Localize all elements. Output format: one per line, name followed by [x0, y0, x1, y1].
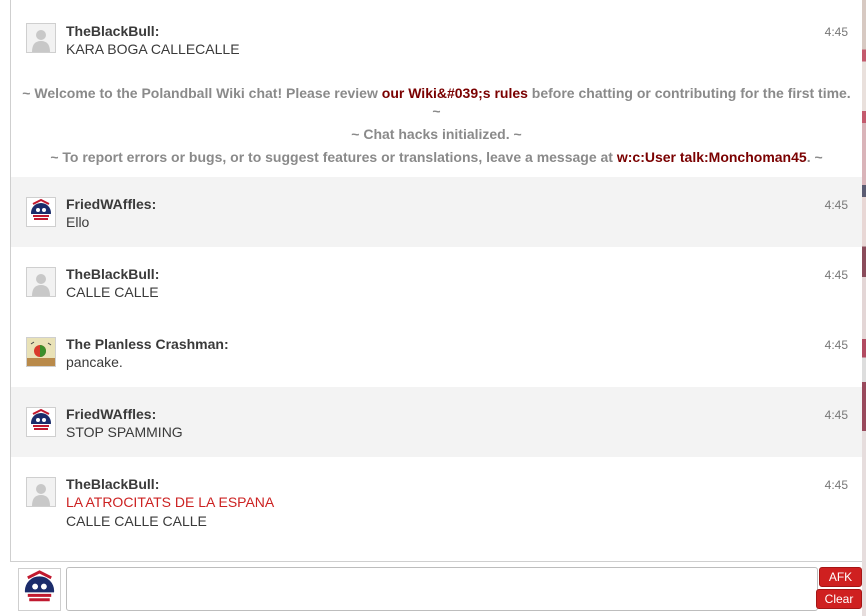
message-text: pancake. [66, 354, 123, 370]
message-text: Ello [66, 214, 90, 230]
welcome-tail: ~ [432, 103, 441, 119]
timestamp: 4:45 [824, 338, 848, 352]
timestamp: 4:45 [824, 25, 848, 39]
crashman-avatar-icon[interactable] [26, 337, 56, 367]
username[interactable]: TheBlackBull: [66, 23, 159, 39]
default-user-icon[interactable] [26, 23, 56, 53]
default-user-icon[interactable] [26, 477, 56, 507]
chat-message: TheBlackBull: KARA BOGA CALLECALLE 4:45 [11, 6, 862, 76]
background-edge [862, 0, 866, 616]
timestamp: 4:45 [824, 478, 848, 492]
chat-message: FriedWAffles: STOP SPAMMING 4:45 [11, 387, 862, 457]
report-suffix: . ~ [806, 149, 823, 165]
chat-message: TheBlackBull: CALLE CALLE 4:45 [11, 247, 862, 317]
username[interactable]: FriedWAffles: [66, 196, 156, 212]
message-text: KARA BOGA CALLECALLE [66, 41, 240, 57]
chat-input-area: AFK Clear [10, 562, 863, 616]
report-prefix: ~ To report errors or bugs, or to sugges… [50, 149, 617, 165]
afk-button[interactable]: AFK [819, 567, 862, 587]
message-text: CALLE CALLE [66, 284, 159, 300]
inline-alert: ~ Welcome to the Polandball Wiki chat! P… [11, 76, 862, 174]
username[interactable]: The Planless Crashman: [66, 336, 229, 352]
timestamp: 4:45 [824, 268, 848, 282]
chat-message: FriedWAffles: Ello 4:45 [11, 177, 862, 247]
welcome-suffix: before chatting or contributing for the … [527, 85, 851, 101]
timestamp: 4:45 [824, 198, 848, 212]
welcome-line: ~ Welcome to the Polandball Wiki chat! P… [11, 85, 862, 101]
wiki-rules-link[interactable]: our Wiki&#039;s rules [382, 85, 528, 101]
chat-message-list[interactable]: TheBlackBull: KARA BOGA CALLECALLE 4:45 … [10, 0, 863, 562]
chat-message: The Planless Crashman: pancake. 4:45 [11, 317, 862, 387]
timestamp: 4:45 [824, 408, 848, 422]
username[interactable]: FriedWAffles: [66, 406, 156, 422]
default-user-icon[interactable] [26, 267, 56, 297]
ball-avatar-icon[interactable] [26, 407, 56, 437]
message-text: STOP SPAMMING [66, 424, 183, 440]
hacks-line: ~ Chat hacks initialized. ~ [351, 126, 522, 142]
message-text: LA ATROCITATS DE LA ESPANA [66, 494, 275, 510]
user-talk-link[interactable]: w:c:User talk:Monchoman45 [617, 149, 807, 165]
username[interactable]: TheBlackBull: [66, 476, 159, 492]
username[interactable]: TheBlackBull: [66, 266, 159, 282]
welcome-prefix: ~ Welcome to the Polandball Wiki chat! P… [22, 85, 382, 101]
message-input[interactable] [66, 567, 818, 611]
self-avatar-icon [18, 568, 61, 611]
message-text: CALLE CALLE CALLE [66, 513, 207, 529]
clear-button[interactable]: Clear [816, 589, 862, 609]
ball-avatar-icon[interactable] [26, 197, 56, 227]
chat-message: TheBlackBull: LA ATROCITATS DE LA ESPANA… [11, 457, 862, 547]
report-line: ~ To report errors or bugs, or to sugges… [11, 149, 862, 165]
